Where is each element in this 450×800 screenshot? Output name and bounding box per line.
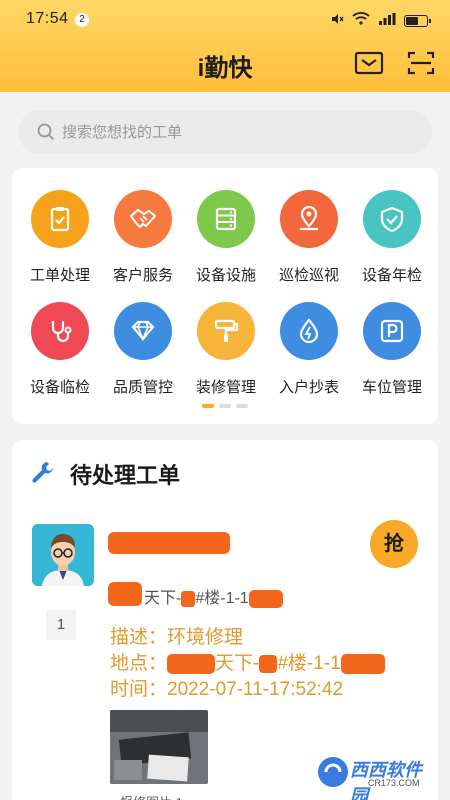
page-indicator xyxy=(202,404,248,408)
repair-photo[interactable] xyxy=(110,710,208,784)
handshake-icon xyxy=(114,190,172,248)
location-icon xyxy=(280,190,338,248)
address-fragment: 天下- xyxy=(144,590,182,607)
pending-header: 待处理工单 xyxy=(30,458,180,490)
location-label: 地点： xyxy=(110,653,168,674)
page-dot xyxy=(219,404,231,408)
search-bar[interactable] xyxy=(18,110,432,154)
status-bar: 17:54 2 xyxy=(0,0,450,38)
function-annual-check[interactable]: 设备年检 xyxy=(350,190,434,290)
function-work-order[interactable]: 工单处理 xyxy=(18,190,102,290)
function-label: 装修管理 xyxy=(195,379,256,396)
function-customer-service[interactable]: 客户服务 xyxy=(101,190,185,290)
function-label: 设备设施 xyxy=(195,267,256,284)
watermark-logo-icon xyxy=(318,757,348,787)
server-icon xyxy=(197,190,255,248)
function-equipment[interactable]: 设备设施 xyxy=(184,190,268,290)
redacted-text xyxy=(181,590,196,607)
function-quality-control[interactable]: 品质管控 xyxy=(101,302,185,402)
watermark-subtext: CR173.COM xyxy=(368,778,420,788)
clipboard-icon xyxy=(31,190,89,248)
order-count: 1 xyxy=(46,610,76,640)
water-drop-icon xyxy=(280,302,338,360)
function-label: 工单处理 xyxy=(29,267,90,284)
mail-icon[interactable] xyxy=(354,50,384,76)
parking-icon xyxy=(363,302,421,360)
search-icon xyxy=(36,122,56,142)
scan-icon[interactable] xyxy=(406,50,436,76)
page-dot xyxy=(202,404,214,408)
redacted-text xyxy=(340,653,385,674)
function-label: 客户服务 xyxy=(112,267,173,284)
order-description: 描述：环境修理 xyxy=(110,627,244,648)
function-label: 入户抄表 xyxy=(278,379,339,396)
function-label: 车位管理 xyxy=(361,379,422,396)
function-meter-reading[interactable]: 入户抄表 xyxy=(267,302,351,402)
wifi-icon xyxy=(352,11,370,30)
function-grid: 工单处理 客户服务 设备设施 巡检巡视 设备年检 设备临检 品质管控 装修管理 … xyxy=(12,168,438,424)
mute-icon xyxy=(330,12,344,30)
address-fragment: #楼-1-1 xyxy=(195,590,249,607)
redacted-text xyxy=(259,654,278,673)
function-label: 巡检巡视 xyxy=(278,267,339,284)
function-inspection[interactable]: 巡检巡视 xyxy=(267,190,351,290)
photo-caption: 报修图片 1 xyxy=(120,792,183,800)
avatar xyxy=(32,524,94,586)
page-dot xyxy=(236,404,248,408)
signal-icon xyxy=(378,12,396,30)
redacted-text xyxy=(167,653,216,674)
redacted-text xyxy=(248,589,283,608)
function-decoration[interactable]: 装修管理 xyxy=(184,302,268,402)
watermark-logo: 西西软件园 CR173.COM xyxy=(316,752,436,800)
notification-badge: 2 xyxy=(75,13,89,27)
location-fragment: 天下- xyxy=(215,653,260,674)
function-temp-check[interactable]: 设备临检 xyxy=(18,302,102,402)
function-parking[interactable]: 车位管理 xyxy=(350,302,434,402)
wrench-icon xyxy=(30,459,56,490)
function-label: 设备年检 xyxy=(361,267,422,284)
function-label: 设备临检 xyxy=(29,379,90,396)
status-icons xyxy=(330,11,431,30)
diamond-icon xyxy=(114,302,172,360)
order-location: 地点： 天下- #楼-1-1 xyxy=(110,648,385,675)
pending-orders-card: 待处理工单 抢 天下- #楼-1-1 1 描述：环境修理 地点： 天下- #楼-1-1… xyxy=(12,440,438,800)
location-fragment: #楼-1-1 xyxy=(277,653,341,674)
stethoscope-icon xyxy=(31,302,89,360)
status-time: 17:54 xyxy=(26,10,69,27)
order-time: 时间：2022-07-11-17:52:42 xyxy=(110,679,344,700)
shield-check-icon xyxy=(363,190,421,248)
pending-title: 待处理工单 xyxy=(70,463,181,488)
redacted-name xyxy=(108,532,230,554)
search-input[interactable] xyxy=(62,110,412,154)
grab-order-button[interactable]: 抢 xyxy=(370,520,418,568)
function-label: 品质管控 xyxy=(112,379,173,396)
order-address: 天下- #楼-1-1 xyxy=(110,584,283,608)
battery-icon xyxy=(404,14,431,27)
paint-roller-icon xyxy=(197,302,255,360)
